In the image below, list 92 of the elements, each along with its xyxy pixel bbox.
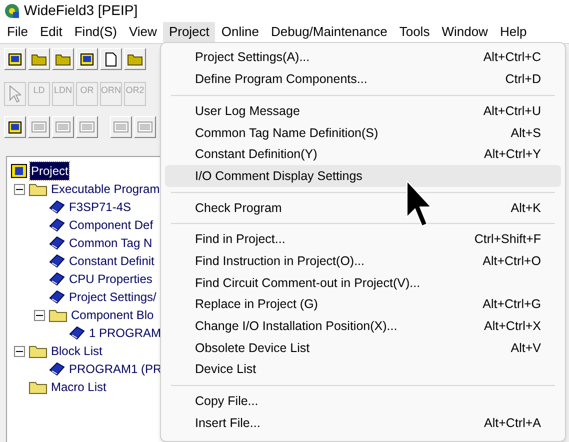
menu-item[interactable]: Constant Definition(Y) Alt+Ctrl+Y [165,144,561,166]
menu-item[interactable]: Common Tag Name Definition(S) Alt+S [165,122,561,144]
shortcut-text: Alt+Ctrl+G [482,296,541,314]
menu-bar-item[interactable]: Debug/Maintenance [264,22,394,42]
book-icon [69,326,85,340]
book-icon [49,290,65,304]
menu-item-label: Project Settings(A)... [195,49,310,66]
menu-item[interactable]: Copy File... [165,390,561,412]
menu-item[interactable]: Project Settings(A)... Alt+Ctrl+C [165,47,561,69]
book-icon [49,254,65,268]
menu-item-label: Device List [195,361,256,378]
tree-item[interactable]: Executable Program [50,180,161,198]
menu-item-label: Constant Definition(Y) [195,146,318,164]
menu-item[interactable]: Find in Project... Ctrl+Shift+F [165,228,561,250]
menu-item-label: Obsolete Device List [195,340,310,357]
menu-item[interactable]: Obsolete Device List Alt+V [165,337,561,359]
app-logo-icon [4,2,20,18]
menu-bar-item[interactable]: Project [162,22,216,42]
menu-bar-item[interactable]: Find(S) [68,22,123,42]
menu-item[interactable]: Change I/O Installation Position(X)... Alt+Ctrl+X [165,316,561,338]
book-icon [49,272,65,286]
menu-item-label: Copy File... [195,393,258,410]
menu-item[interactable]: User Log Message Alt+Ctrl+U [165,100,561,122]
menu-bar-item[interactable]: Window [436,22,494,42]
shortcut-text: Alt+Ctrl+Y [484,146,541,164]
tree-item[interactable]: Macro List [50,378,108,396]
shortcut-text: Alt+Ctrl+O [482,252,541,270]
tree-item[interactable]: PROGRAM1 (PR [68,360,163,378]
menu-item-label: Change I/O Installation Position(X)... [195,318,398,336]
tree-item[interactable]: Project Settings/ [68,288,158,306]
folder-icon [49,308,67,322]
tree-item[interactable]: CPU Properties [68,270,154,288]
folder-icon [29,344,47,358]
folder-icon [29,182,47,196]
menu-item-label: I/O Comment Display Settings [195,168,362,185]
menu-item[interactable]: I/O Comment Display Settings [165,165,561,188]
window-title: WideField3 [PEIP] [24,1,138,20]
menu-bar-item[interactable]: Edit [34,22,68,42]
list-icon[interactable] [134,116,156,138]
collapse-icon[interactable] [14,184,25,194]
menu-item[interactable]: Define Program Components... Ctrl+D [165,68,561,90]
menu-item[interactable]: Find Instruction in Project(O)... Alt+Ctrl+O [165,250,561,272]
tree-item[interactable]: Project [30,162,70,180]
tree-item[interactable]: Common Tag N [68,234,154,252]
menu-bar-item[interactable]: File [1,22,34,42]
menu-bar-item[interactable]: View [122,22,163,42]
shortcut-text: Alt+Ctrl+X [484,318,541,336]
collapse-icon[interactable] [34,310,45,320]
shortcut-text: Alt+Ctrl+A [484,414,541,432]
menu-item-label: Common Tag Name Definition(S) [195,124,378,142]
menu-item-label: Find Instruction in Project(O)... [195,252,365,270]
menu-item[interactable]: Device List [165,358,561,381]
shortcut-text: Alt+K [510,200,541,217]
collapse-icon[interactable] [14,346,25,356]
menu-item[interactable]: Replace in Project (G) Alt+Ctrl+G [165,294,561,316]
shortcut-text: Alt+V [510,340,541,357]
folder-icon[interactable] [28,48,50,70]
tree-item[interactable]: Component Def [68,216,154,234]
open-folder-icon[interactable] [124,48,146,70]
shortcut-text: Ctrl+D [505,71,541,88]
menu-item-label: Define Program Components... [195,71,368,88]
folder-icon[interactable] [52,48,74,70]
new-file-icon[interactable] [100,48,122,70]
book-icon [49,218,65,232]
shortcut-text: Alt+S [510,124,541,142]
project-icon [11,164,27,178]
shortcut-text: Ctrl+Shift+F [474,231,541,248]
book-icon [49,200,65,214]
menu-item-label: Find in Project... [195,231,286,248]
menu-item-label: Replace in Project (G) [195,296,318,314]
menu-item-label: Check Program [195,200,282,217]
menu-item[interactable]: Check Program Alt+K [165,197,561,219]
tree-item[interactable]: Constant Definit [68,252,156,270]
menu-bar-item[interactable]: Help [494,22,533,42]
menu-bar-item[interactable]: Online [215,22,265,42]
folder-icon [29,380,47,394]
shortcut-text: Alt+Ctrl+U [483,102,541,120]
project-icon[interactable] [76,48,98,70]
book-icon [49,236,65,250]
menu-item-label: User Log Message [195,102,300,120]
menu-item[interactable]: Insert File... Alt+Ctrl+A [165,412,561,434]
menu-item-label: Insert File... [195,414,260,432]
menu-item-label: Find Circuit Comment-out in Project(V)... [195,274,420,292]
shortcut-text: Alt+Ctrl+C [483,49,541,66]
menu-item[interactable]: Find Circuit Comment-out in Project(V)... [165,272,561,294]
tree-item[interactable]: 1 PROGRAM [88,324,162,342]
menu-bar-item[interactable]: Tools [393,22,436,42]
tree-item[interactable]: F3SP71-4S [68,198,132,216]
book-icon [49,362,65,376]
tree-item[interactable]: Component Blo [70,306,155,324]
project-icon[interactable] [4,116,26,138]
tree-item[interactable]: Block List [50,342,104,360]
